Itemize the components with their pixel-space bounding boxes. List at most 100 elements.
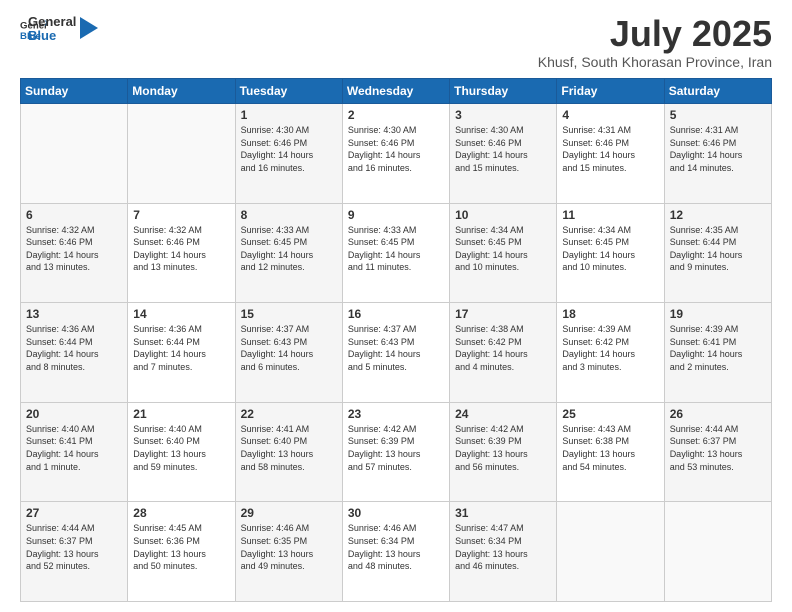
day-number: 18 xyxy=(562,307,658,321)
day-info: Sunrise: 4:36 AM Sunset: 6:44 PM Dayligh… xyxy=(133,323,229,373)
day-number: 16 xyxy=(348,307,444,321)
day-number: 2 xyxy=(348,108,444,122)
day-info: Sunrise: 4:30 AM Sunset: 6:46 PM Dayligh… xyxy=(348,124,444,174)
day-number: 22 xyxy=(241,407,337,421)
calendar-cell: 7 Sunrise: 4:32 AM Sunset: 6:46 PM Daylig… xyxy=(128,203,235,303)
day-number: 31 xyxy=(455,506,551,520)
day-number: 29 xyxy=(241,506,337,520)
day-number: 15 xyxy=(241,307,337,321)
day-number: 26 xyxy=(670,407,766,421)
day-info: Sunrise: 4:37 AM Sunset: 6:43 PM Dayligh… xyxy=(241,323,337,373)
header: General Blue General Blue July 2025 Khus… xyxy=(20,16,772,70)
calendar-week-3: 13Sunrise: 4:36 AM Sunset: 6:44 PM Dayli… xyxy=(21,303,772,403)
calendar-cell: 21 Sunrise: 4:40 AM Sunset: 6:40 PM Dayli… xyxy=(128,402,235,502)
day-number: 8 xyxy=(241,208,337,222)
calendar-week-5: 27Sunrise: 4:44 AM Sunset: 6:37 PM Dayli… xyxy=(21,502,772,602)
calendar-cell: 4 Sunrise: 4:31 AM Sunset: 6:46 PM Daylig… xyxy=(557,104,664,204)
day-number: 12 xyxy=(670,208,766,222)
header-tuesday: Tuesday xyxy=(235,79,342,104)
day-number: 21 xyxy=(133,407,229,421)
header-friday: Friday xyxy=(557,79,664,104)
calendar-cell: 9Sunrise: 4:33 AM Sunset: 6:45 PM Daylig… xyxy=(342,203,449,303)
calendar-cell xyxy=(128,104,235,204)
day-number: 6 xyxy=(26,208,122,222)
day-number: 5 xyxy=(670,108,766,122)
day-number: 24 xyxy=(455,407,551,421)
header-saturday: Saturday xyxy=(664,79,771,104)
day-number: 14 xyxy=(133,307,229,321)
day-number: 28 xyxy=(133,506,229,520)
calendar-cell: 17Sunrise: 4:38 AM Sunset: 6:42 PM Dayli… xyxy=(450,303,557,403)
calendar-cell: 15 Sunrise: 4:37 AM Sunset: 6:43 PM Dayli… xyxy=(235,303,342,403)
day-info: Sunrise: 4:31 AM Sunset: 6:46 PM Dayligh… xyxy=(562,124,658,174)
day-info: Sunrise: 4:40 AM Sunset: 6:40 PM Dayligh… xyxy=(133,423,229,473)
calendar-cell: 14 Sunrise: 4:36 AM Sunset: 6:44 PM Dayli… xyxy=(128,303,235,403)
calendar-cell: 3Sunrise: 4:30 AM Sunset: 6:46 PM Daylig… xyxy=(450,104,557,204)
day-number: 25 xyxy=(562,407,658,421)
day-number: 7 xyxy=(133,208,229,222)
day-info: Sunrise: 4:32 AM Sunset: 6:46 PM Dayligh… xyxy=(133,224,229,274)
calendar-cell: 19Sunrise: 4:39 AM Sunset: 6:41 PM Dayli… xyxy=(664,303,771,403)
day-number: 1 xyxy=(241,108,337,122)
title-block: July 2025 Khusf, South Khorasan Province… xyxy=(538,16,772,70)
calendar-cell: 28 Sunrise: 4:45 AM Sunset: 6:36 PM Dayli… xyxy=(128,502,235,602)
calendar-header-row: Sunday Monday Tuesday Wednesday Thursday… xyxy=(21,79,772,104)
calendar-cell: 13Sunrise: 4:36 AM Sunset: 6:44 PM Dayli… xyxy=(21,303,128,403)
calendar-cell: 31 Sunrise: 4:47 AM Sunset: 6:34 PM Dayli… xyxy=(450,502,557,602)
day-number: 20 xyxy=(26,407,122,421)
day-info: Sunrise: 4:34 AM Sunset: 6:45 PM Dayligh… xyxy=(562,224,658,274)
logo-general: General xyxy=(28,15,76,29)
day-number: 4 xyxy=(562,108,658,122)
month-title: July 2025 xyxy=(538,16,772,52)
header-monday: Monday xyxy=(128,79,235,104)
day-info: Sunrise: 4:42 AM Sunset: 6:39 PM Dayligh… xyxy=(348,423,444,473)
calendar-cell: 24 Sunrise: 4:42 AM Sunset: 6:39 PM Dayli… xyxy=(450,402,557,502)
day-number: 11 xyxy=(562,208,658,222)
day-info: Sunrise: 4:30 AM Sunset: 6:46 PM Dayligh… xyxy=(241,124,337,174)
calendar-week-2: 6 Sunrise: 4:32 AM Sunset: 6:46 PM Daylig… xyxy=(21,203,772,303)
header-thursday: Thursday xyxy=(450,79,557,104)
calendar-cell: 26 Sunrise: 4:44 AM Sunset: 6:37 PM Dayli… xyxy=(664,402,771,502)
calendar-cell xyxy=(557,502,664,602)
location: Khusf, South Khorasan Province, Iran xyxy=(538,54,772,70)
day-number: 27 xyxy=(26,506,122,520)
calendar-cell: 11 Sunrise: 4:34 AM Sunset: 6:45 PM Dayli… xyxy=(557,203,664,303)
day-info: Sunrise: 4:45 AM Sunset: 6:36 PM Dayligh… xyxy=(133,522,229,572)
calendar-cell: 1 Sunrise: 4:30 AM Sunset: 6:46 PM Daylig… xyxy=(235,104,342,204)
calendar-cell: 18 Sunrise: 4:39 AM Sunset: 6:42 PM Dayli… xyxy=(557,303,664,403)
calendar-cell: 30 Sunrise: 4:46 AM Sunset: 6:34 PM Dayli… xyxy=(342,502,449,602)
calendar-week-1: 1 Sunrise: 4:30 AM Sunset: 6:46 PM Daylig… xyxy=(21,104,772,204)
calendar-cell xyxy=(664,502,771,602)
calendar-cell: 27Sunrise: 4:44 AM Sunset: 6:37 PM Dayli… xyxy=(21,502,128,602)
calendar-cell: 2 Sunrise: 4:30 AM Sunset: 6:46 PM Daylig… xyxy=(342,104,449,204)
day-info: Sunrise: 4:32 AM Sunset: 6:46 PM Dayligh… xyxy=(26,224,122,274)
calendar-cell: 5Sunrise: 4:31 AM Sunset: 6:46 PM Daylig… xyxy=(664,104,771,204)
day-info: Sunrise: 4:43 AM Sunset: 6:38 PM Dayligh… xyxy=(562,423,658,473)
day-number: 19 xyxy=(670,307,766,321)
calendar-cell: 29Sunrise: 4:46 AM Sunset: 6:35 PM Dayli… xyxy=(235,502,342,602)
logo: General Blue General Blue xyxy=(20,16,98,44)
calendar-cell: 25 Sunrise: 4:43 AM Sunset: 6:38 PM Dayli… xyxy=(557,402,664,502)
day-info: Sunrise: 4:36 AM Sunset: 6:44 PM Dayligh… xyxy=(26,323,122,373)
day-info: Sunrise: 4:35 AM Sunset: 6:44 PM Dayligh… xyxy=(670,224,766,274)
day-number: 9 xyxy=(348,208,444,222)
day-info: Sunrise: 4:34 AM Sunset: 6:45 PM Dayligh… xyxy=(455,224,551,274)
day-info: Sunrise: 4:42 AM Sunset: 6:39 PM Dayligh… xyxy=(455,423,551,473)
day-info: Sunrise: 4:39 AM Sunset: 6:42 PM Dayligh… xyxy=(562,323,658,373)
day-info: Sunrise: 4:44 AM Sunset: 6:37 PM Dayligh… xyxy=(670,423,766,473)
day-info: Sunrise: 4:30 AM Sunset: 6:46 PM Dayligh… xyxy=(455,124,551,174)
calendar-cell: 16Sunrise: 4:37 AM Sunset: 6:43 PM Dayli… xyxy=(342,303,449,403)
day-info: Sunrise: 4:46 AM Sunset: 6:34 PM Dayligh… xyxy=(348,522,444,572)
calendar-cell: 20Sunrise: 4:40 AM Sunset: 6:41 PM Dayli… xyxy=(21,402,128,502)
calendar-cell xyxy=(21,104,128,204)
header-sunday: Sunday xyxy=(21,79,128,104)
day-number: 30 xyxy=(348,506,444,520)
day-info: Sunrise: 4:41 AM Sunset: 6:40 PM Dayligh… xyxy=(241,423,337,473)
calendar-week-4: 20Sunrise: 4:40 AM Sunset: 6:41 PM Dayli… xyxy=(21,402,772,502)
calendar-cell: 22 Sunrise: 4:41 AM Sunset: 6:40 PM Dayli… xyxy=(235,402,342,502)
page: General Blue General Blue July 2025 Khus… xyxy=(0,0,792,612)
day-number: 17 xyxy=(455,307,551,321)
calendar-cell: 10Sunrise: 4:34 AM Sunset: 6:45 PM Dayli… xyxy=(450,203,557,303)
day-info: Sunrise: 4:47 AM Sunset: 6:34 PM Dayligh… xyxy=(455,522,551,572)
day-number: 23 xyxy=(348,407,444,421)
